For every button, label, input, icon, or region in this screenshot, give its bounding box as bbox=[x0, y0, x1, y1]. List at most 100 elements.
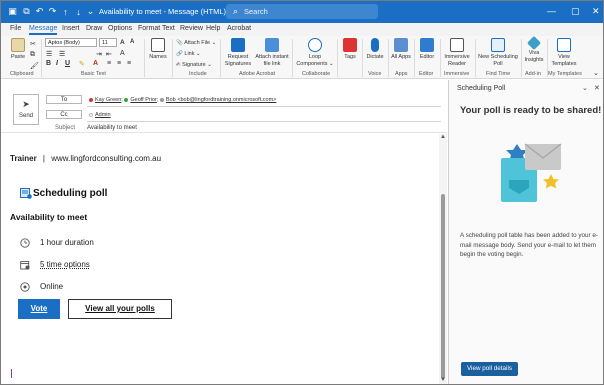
signature-button[interactable]: ✍ Signature ⌄ bbox=[176, 62, 212, 68]
recipient-chip[interactable]: Admin bbox=[89, 112, 111, 118]
format-painter-icon[interactable]: 🖌 bbox=[30, 62, 39, 70]
pane-options-icon[interactable]: ⌄ bbox=[582, 84, 588, 92]
dictate-button[interactable]: Dictate bbox=[365, 38, 385, 61]
loop-icon bbox=[308, 38, 322, 52]
recipient-chip[interactable]: Kay Green; bbox=[89, 97, 123, 103]
subject-field[interactable]: Availability to meet bbox=[87, 125, 137, 131]
search-box[interactable]: ⌕ Search bbox=[226, 4, 378, 19]
cc-recipients[interactable]: Admin bbox=[89, 112, 111, 118]
all-apps-button[interactable]: All Apps bbox=[391, 38, 411, 61]
minimize-icon[interactable]: — bbox=[547, 6, 556, 16]
divider bbox=[87, 106, 441, 107]
bullets-icon[interactable]: ☰ bbox=[46, 50, 52, 58]
group-adobe-acrobat: Adobe Acrobat bbox=[239, 71, 276, 77]
group-immersive: Immersive bbox=[444, 71, 470, 77]
underline-icon[interactable]: U bbox=[65, 60, 70, 67]
scroll-up-icon[interactable]: ▲ bbox=[440, 134, 446, 140]
tab-file[interactable]: File bbox=[10, 25, 21, 32]
paste-button[interactable]: Paste bbox=[7, 38, 29, 61]
ribbon-collapse-icon[interactable]: ⌄ bbox=[593, 69, 599, 77]
divider bbox=[292, 39, 293, 77]
new-scheduling-poll-button[interactable]: New Scheduling Poll bbox=[478, 38, 518, 67]
scroll-down-icon[interactable]: ▼ bbox=[440, 377, 446, 383]
cut-icon[interactable]: ✂ bbox=[30, 40, 36, 48]
scheduling-poll-icon bbox=[20, 188, 32, 199]
divider bbox=[220, 39, 221, 77]
link-button[interactable]: 🔗 Link ⌄ bbox=[176, 51, 201, 57]
search-placeholder: Search bbox=[244, 7, 268, 16]
calendar-icon bbox=[20, 261, 30, 270]
outdent-icon[interactable]: ⇤ bbox=[106, 50, 112, 58]
more-icon[interactable]: ⌄ bbox=[85, 6, 96, 17]
subject-label: Subject bbox=[55, 125, 76, 131]
immersive-reader-button[interactable]: Immersive Reader bbox=[442, 38, 472, 67]
tab-options[interactable]: Options bbox=[108, 25, 132, 32]
close-icon[interactable]: ✕ bbox=[592, 6, 600, 17]
option-duration: 1 hour duration bbox=[40, 238, 94, 247]
view-poll-details-button[interactable]: View poll details bbox=[461, 362, 518, 376]
grow-font-icon[interactable]: A bbox=[120, 39, 125, 46]
up-arrow-icon[interactable]: ↑ bbox=[60, 6, 71, 17]
down-arrow-icon[interactable]: ↓ bbox=[73, 6, 84, 17]
redo-icon[interactable]: ↷ bbox=[47, 6, 58, 17]
tab-help[interactable]: Help bbox=[206, 25, 220, 32]
scroll-thumb[interactable] bbox=[441, 194, 445, 379]
attach-instant-link-button[interactable]: Attach instant file link bbox=[255, 38, 289, 67]
group-apps: Apps bbox=[395, 71, 408, 77]
vote-button[interactable]: Vote bbox=[18, 299, 60, 319]
clear-format-icon[interactable]: A bbox=[120, 50, 125, 57]
view-all-polls-button[interactable]: View all your polls bbox=[68, 299, 172, 319]
request-signatures-button[interactable]: Request Signatures bbox=[223, 38, 253, 67]
tab-format-text[interactable]: Format Text bbox=[138, 25, 175, 32]
recipient-chip[interactable]: Geoff Prior; bbox=[124, 97, 158, 103]
align-right-icon[interactable]: ≡ bbox=[127, 60, 131, 67]
group-collaborate: Collaborate bbox=[302, 71, 331, 77]
pane-close-icon[interactable]: ✕ bbox=[594, 84, 600, 92]
cc-button[interactable]: Cc bbox=[46, 110, 82, 119]
align-left-icon[interactable]: ≡ bbox=[107, 60, 111, 67]
editor-icon bbox=[420, 38, 434, 52]
indent-icon[interactable]: ⇥ bbox=[96, 50, 102, 58]
font-color-icon[interactable]: A bbox=[93, 60, 98, 67]
align-center-icon[interactable]: ≡ bbox=[117, 60, 121, 67]
bold-icon[interactable]: B bbox=[46, 60, 51, 67]
message-body[interactable] bbox=[1, 134, 439, 384]
body-scrollbar[interactable]: ▲ ▼ bbox=[439, 134, 447, 384]
font-name-select[interactable]: Aptos (Body) bbox=[45, 38, 97, 47]
italic-icon[interactable]: I bbox=[56, 60, 58, 67]
attach-file-button[interactable]: 📎 Attach File ⌄ bbox=[176, 40, 216, 46]
website-link[interactable]: www.lingfordconsulting.com.au bbox=[51, 154, 161, 163]
send-button[interactable]: ➤ Send bbox=[13, 94, 39, 125]
templates-icon bbox=[557, 38, 571, 52]
recipient-chip[interactable]: Bob <bob@lingfordtraining.onmicrosoft.co… bbox=[159, 97, 276, 103]
maximize-icon[interactable]: ▢ bbox=[571, 6, 580, 17]
view-templates-button[interactable]: View Templates bbox=[549, 38, 579, 67]
option-time-count: 5 time options bbox=[40, 260, 90, 269]
switch-icon[interactable]: ⧉ bbox=[21, 6, 32, 17]
shrink-font-icon[interactable]: A bbox=[130, 39, 134, 45]
editor-button[interactable]: Editor bbox=[416, 38, 438, 61]
tab-review[interactable]: Review bbox=[180, 25, 203, 32]
ribbon: Paste ✂ ⧉ 🖌 Clipboard Aptos (Body) 11 A … bbox=[1, 35, 603, 79]
tab-insert[interactable]: Insert bbox=[62, 25, 80, 32]
undo-icon[interactable]: ↶ bbox=[34, 6, 45, 17]
tab-acrobat[interactable]: Acrobat bbox=[227, 25, 251, 32]
loop-components-button[interactable]: Loop Components ⌄ bbox=[295, 38, 335, 67]
tab-draw[interactable]: Draw bbox=[86, 25, 102, 32]
signature-request-icon bbox=[231, 38, 245, 52]
font-size-select[interactable]: 11 bbox=[99, 38, 117, 47]
to-button[interactable]: To bbox=[46, 95, 82, 104]
viva-insights-button[interactable]: Viva Insights bbox=[523, 35, 545, 63]
group-my-templates: My Templates bbox=[548, 71, 582, 77]
highlight-icon[interactable]: ✎ bbox=[79, 60, 85, 68]
group-add-in: Add-in bbox=[525, 71, 541, 77]
names-button[interactable]: Names bbox=[147, 38, 169, 61]
tags-button[interactable]: Tags bbox=[340, 38, 360, 61]
to-recipients[interactable]: Kay Green; Geoff Prior; Bob <bob@lingfor… bbox=[89, 97, 276, 103]
numbering-icon[interactable]: ☰ bbox=[59, 50, 65, 58]
address-book-icon bbox=[151, 38, 165, 52]
copy-icon[interactable]: ⧉ bbox=[30, 51, 35, 59]
tab-message[interactable]: Message bbox=[29, 25, 58, 35]
signature-line: Trainer | www.lingfordconsulting.com.au bbox=[10, 154, 162, 163]
save-icon[interactable]: ▣ bbox=[7, 6, 18, 17]
